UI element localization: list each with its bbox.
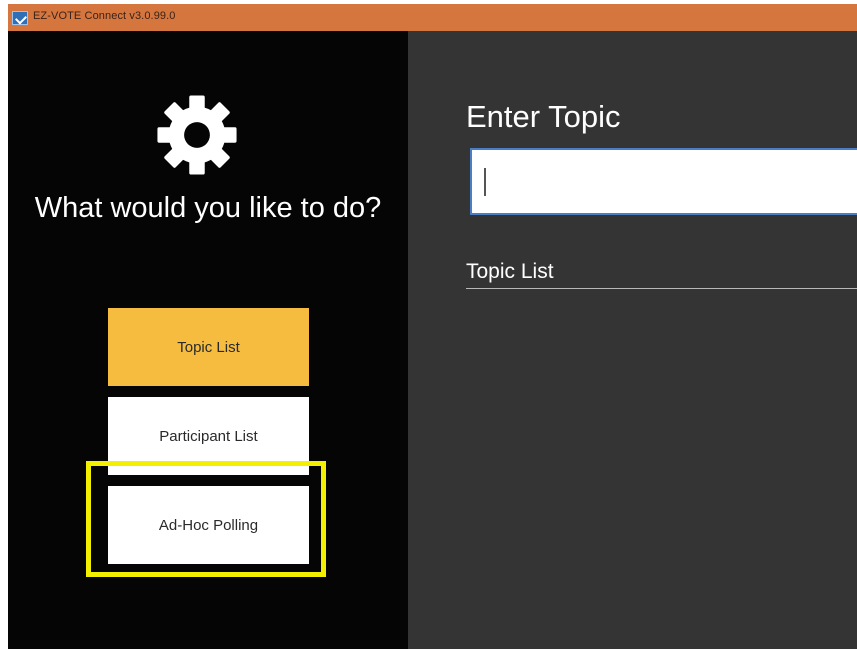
highlight-box — [86, 461, 326, 577]
divider — [466, 288, 857, 289]
participant-list-button-label: Participant List — [159, 427, 258, 445]
page-title: Enter Topic — [466, 99, 621, 134]
gear-icon — [157, 95, 237, 175]
window-title: EZ-VOTE Connect v3.0.99.0 — [33, 10, 176, 22]
sidebar: What would you like to do? Topic List Pa… — [8, 31, 408, 649]
app-window: EZ-VOTE Connect v3.0.99.0 What would you… — [8, 4, 857, 649]
topic-list-button-label: Topic List — [177, 338, 240, 356]
sidebar-prompt: What would you like to do? — [34, 192, 382, 224]
topic-list-button[interactable]: Topic List — [108, 308, 309, 386]
title-bar[interactable]: EZ-VOTE Connect v3.0.99.0 — [8, 4, 857, 31]
topic-input[interactable] — [470, 148, 857, 215]
topic-list-header: Topic List — [466, 260, 554, 283]
text-caret — [484, 168, 486, 196]
app-icon — [12, 11, 28, 25]
main-panel: Enter Topic Topic List — [408, 31, 857, 649]
